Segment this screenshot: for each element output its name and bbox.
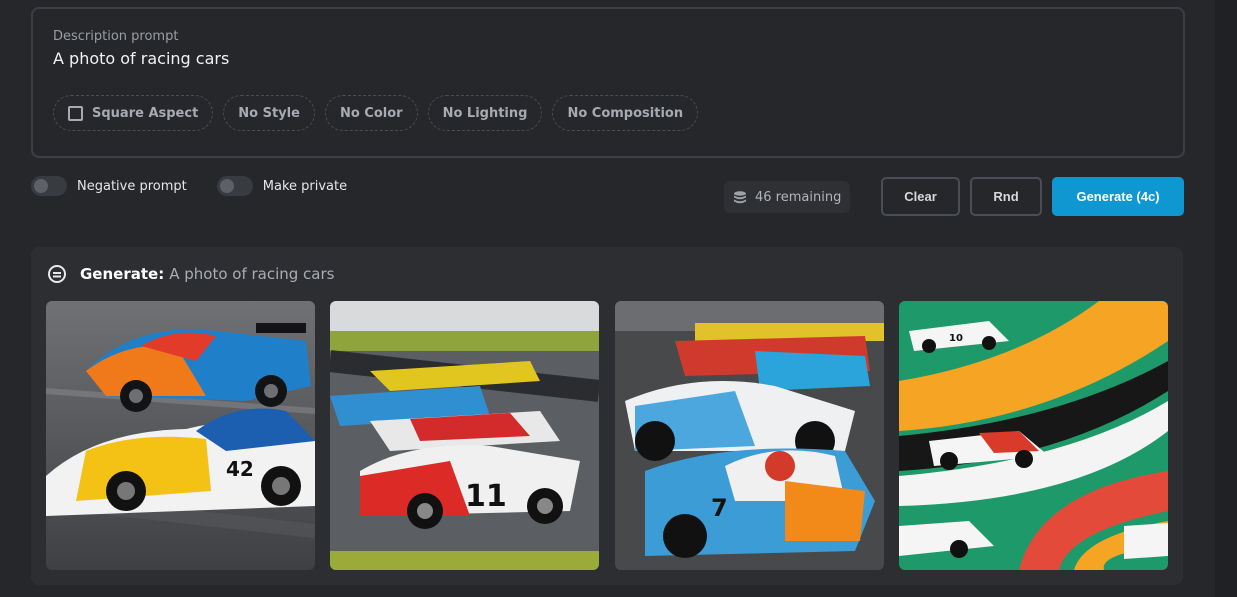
negative-prompt-switch[interactable] (31, 176, 67, 196)
racing-cars-image-3: 7 (615, 301, 884, 570)
make-private-label: Make private (262, 178, 348, 194)
prompt-panel: Description prompt A photo of racing car… (31, 7, 1185, 158)
prompt-input[interactable]: A photo of racing cars (53, 49, 229, 68)
racing-cars-image-4: 10 (899, 301, 1168, 570)
racing-cars-image-1: 42 (46, 301, 315, 570)
checkbox-icon[interactable] (68, 105, 83, 121)
prompt-label: Description prompt (53, 29, 179, 44)
chip-label: Square Aspect (92, 105, 199, 121)
credits-text: 46 remaining (755, 189, 842, 205)
chip-label: No Lighting (442, 105, 528, 121)
generated-image-2[interactable]: 11 (330, 301, 599, 570)
credits-remaining: 46 remaining (724, 181, 851, 213)
generated-image-4[interactable]: 10 (899, 301, 1168, 570)
modifier-chips: Square Aspect No Style No Color No Light… (53, 95, 699, 131)
no-style-chip[interactable]: No Style (223, 95, 315, 131)
negative-prompt-toggle[interactable]: Negative prompt (31, 176, 187, 196)
no-composition-chip[interactable]: No Composition (552, 95, 699, 131)
result-header: Generate: A photo of racing cars (47, 264, 334, 284)
square-aspect-chip[interactable]: Square Aspect (53, 95, 214, 131)
no-lighting-chip[interactable]: No Lighting (427, 95, 543, 131)
chip-label: No Color (339, 105, 403, 121)
result-heading: Generate: (80, 265, 165, 283)
switch-knob (219, 179, 234, 193)
random-button[interactable]: Rnd (970, 177, 1042, 216)
car-number: 10 (949, 333, 963, 344)
generated-image-3[interactable]: 7 (615, 301, 884, 570)
generated-image-1[interactable]: 42 (46, 301, 315, 570)
car-number: 11 (465, 479, 507, 514)
coins-stack-icon (734, 190, 746, 203)
result-prompt: A photo of racing cars (169, 265, 335, 283)
make-private-toggle[interactable]: Make private (216, 176, 348, 196)
page-scrollbar[interactable] (1215, 0, 1237, 597)
option-toggles: Negative prompt Make private (31, 176, 377, 196)
negative-prompt-label: Negative prompt (77, 178, 187, 194)
chip-label: No Composition (567, 105, 684, 121)
no-color-chip[interactable]: No Color (324, 95, 418, 131)
generate-button[interactable]: Generate (4c) (1052, 177, 1184, 216)
car-number: 7 (711, 494, 728, 522)
chip-label: No Style (238, 105, 300, 121)
switch-knob (34, 179, 48, 193)
racing-cars-image-2: 11 (330, 301, 599, 570)
result-panel: Generate: A photo of racing cars 42 11 7… (31, 247, 1183, 585)
car-number: 42 (226, 457, 254, 481)
clear-button[interactable]: Clear (881, 177, 960, 216)
make-private-switch[interactable] (216, 176, 253, 196)
generate-result-icon (48, 265, 66, 283)
